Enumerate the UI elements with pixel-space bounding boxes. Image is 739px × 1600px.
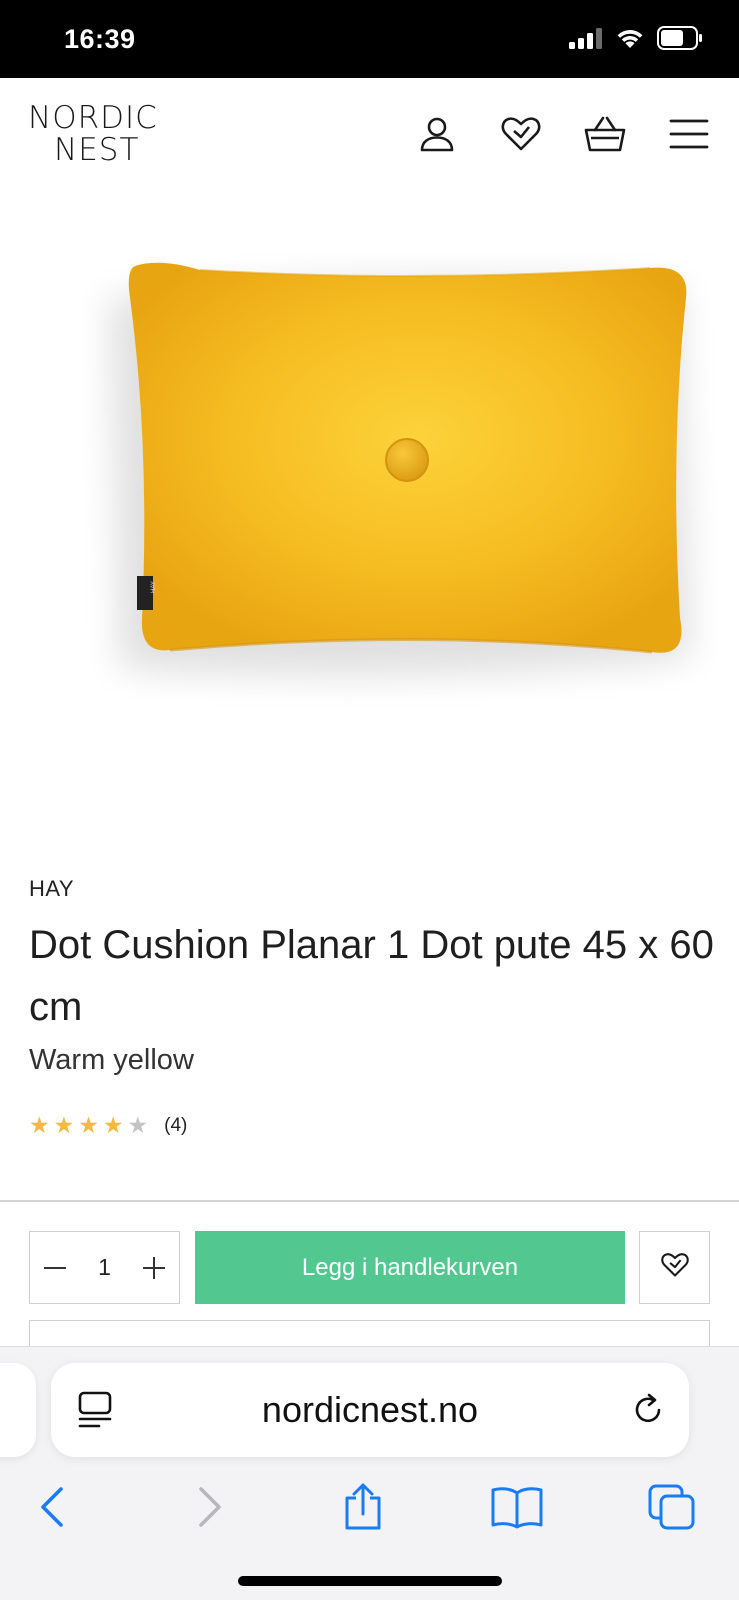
star-icon: ★ (102, 1112, 124, 1138)
divider (0, 1200, 739, 1202)
status-time: 16:39 (64, 24, 136, 54)
quantity-increment-button[interactable] (139, 1253, 169, 1283)
previous-tab-peek[interactable] (0, 1363, 36, 1457)
user-icon[interactable] (415, 112, 459, 156)
tabs-icon[interactable] (644, 1479, 700, 1535)
bookmarks-icon[interactable] (489, 1479, 545, 1535)
forward-icon[interactable] (182, 1479, 238, 1535)
basket-icon[interactable] (583, 112, 627, 156)
logo-line-2: NEST (54, 132, 140, 168)
add-to-cart-button[interactable]: Legg i handlekurven (195, 1231, 625, 1304)
back-icon[interactable] (24, 1479, 80, 1535)
address-bar[interactable]: nordicnest.no (51, 1363, 689, 1457)
battery-icon (657, 26, 703, 55)
cushion-button-dot (385, 438, 429, 482)
star-icon: ★ (78, 1112, 99, 1138)
product-image[interactable]: HAY (0, 188, 739, 828)
page: 16:39 NORDIC NEST HAY HAY Dot Cushion Pl… (0, 0, 739, 1600)
status-icons (569, 26, 703, 55)
nordic-nest-logo[interactable]: NORDIC NEST (28, 102, 168, 166)
product-variant: Warm yellow (29, 1044, 194, 1076)
status-bar: 16:39 (0, 0, 739, 78)
quantity-decrement-button[interactable] (40, 1253, 70, 1283)
home-indicator (238, 1576, 502, 1586)
quantity-value[interactable]: 1 (98, 1254, 111, 1281)
wishlist-button[interactable] (639, 1231, 710, 1304)
review-count: (4) (164, 1114, 188, 1136)
product-brand[interactable]: HAY (29, 876, 74, 902)
star-icon: ★ (127, 1112, 149, 1138)
heart-icon (660, 1251, 690, 1284)
page-menu-icon[interactable] (77, 1391, 113, 1434)
share-icon[interactable] (335, 1479, 391, 1535)
cellular-signal-icon (569, 27, 603, 54)
reload-icon[interactable] (629, 1391, 667, 1434)
safari-toolbar (0, 1467, 739, 1547)
logo-line-1: NORDIC (28, 100, 158, 136)
safari-bottom-bar: nordicnest.no (0, 1346, 739, 1600)
site-header: NORDIC NEST (0, 78, 739, 188)
hay-label-text: HAY (151, 581, 157, 593)
quantity-stepper: 1 (29, 1231, 180, 1304)
star-icon: ★ (29, 1112, 50, 1138)
header-icons (415, 112, 711, 156)
url-text[interactable]: nordicnest.no (51, 1363, 689, 1457)
heart-icon[interactable] (499, 112, 543, 156)
product-title: Dot Cushion Planar 1 Dot pute 45 x 60 cm (29, 923, 714, 1029)
wifi-icon (615, 27, 645, 54)
star-icon: ★ (53, 1112, 75, 1138)
product-rating[interactable]: ★ ★ ★ ★ ★ (4) (29, 1114, 187, 1137)
menu-icon[interactable] (667, 112, 711, 156)
